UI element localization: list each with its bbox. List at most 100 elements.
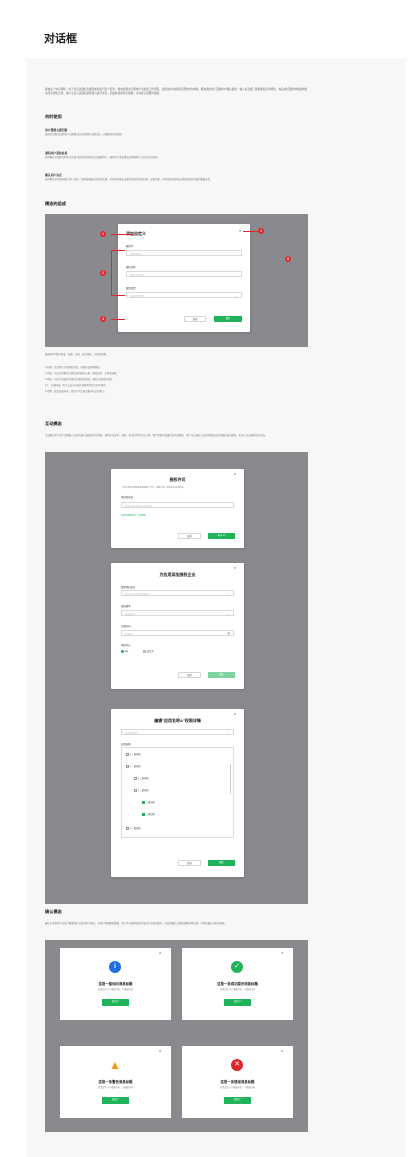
callout-line [243,231,258,232]
cancel-button[interactable]: 取消 [178,860,201,866]
checkbox-icon[interactable] [126,752,129,756]
confirm-desc: 确认对话框用于在执行重要操作之前向用户确认。当用户需要删除数据、执行不可撤销的操… [45,922,227,925]
success-confirm-card: × ✓ 这是一条成功提示消息标题 这里是关于小描述内容，小描述内容 知道了 [182,948,293,1020]
tree-node[interactable]: 三级权限 [142,800,155,804]
confirm-title: 这是一条警告消息标题 [98,1080,133,1084]
input-placeholder: 搜索权限名称 [125,732,138,735]
anatomy-list-item: 2.内容：包含对话框的主要信息和操作元素，例如表单、文本或选项。 [45,372,119,375]
tree-node[interactable]: 三级权限 [142,812,155,816]
anatomy-panel: 添加自定义 × 属性ID 请输入属性ID 属性名称 请输入属性名称 属性类型 请… [45,214,308,347]
close-icon[interactable]: × [234,712,236,716]
callout-marker-2: 2 [100,270,106,276]
radio-option[interactable]: 自定义 [143,649,154,653]
callout-marker-4: 4 [258,228,264,234]
close-icon[interactable]: × [281,1049,283,1053]
field-label: 授权验证码 [121,496,133,499]
checkbox-checked-icon[interactable] [142,812,145,816]
info-confirm-card: × i 这是一般询问消息标题 这里是关于小描述内容，小描述内容 知道了 [60,948,171,1020]
cancel-button[interactable]: 取消 [184,316,206,322]
interactive-desc: 互动模式用于用户需要输入信息或进行选择操作的场景，通常包含表单、列表、树形控件等… [45,434,268,437]
permission-search-input[interactable]: 搜索权限名称 ⌕ [121,729,234,735]
modal-title: 为应用添加授权企业 [159,572,196,577]
confirm-subtitle: 这里是关于小描述内容，小描述内容 [98,1087,133,1089]
when-item-title: 确认用户决定 [45,173,62,177]
search-icon: ⌕ [228,592,230,595]
checkbox-icon[interactable] [134,776,137,780]
field-label: 选择版本 [121,605,131,608]
when-item-title: 用户需要立即回复 [45,128,68,132]
ok-button[interactable]: 确定 [208,672,235,678]
page-title: 对话框 [44,33,77,45]
search-icon: ⌕ [228,731,230,734]
select-placeholder: 请选择版本 [125,613,136,616]
license-modal: 授权许可 × 一体企业邮件服务需要获取用户许可。请输入客户授权码后完成授权。 授… [111,469,244,548]
close-icon[interactable]: × [159,1049,161,1053]
confirm-subtitle: 这里是关于小描述内容，小描述内容 [220,1087,255,1089]
anatomy-caption: 模态框有5部分组成：标题、内容、操作按钮、关闭和遮罩。 [45,353,109,356]
anatomy-modal: 添加自定义 × 属性ID 请输入属性ID 属性名称 请输入属性名称 属性类型 请… [118,224,250,332]
confirm-title: 这是一条错误消息标题 [220,1080,255,1084]
enterprise-search-input[interactable]: 输入企业名称搜索授权企业 ⌕ [121,590,234,596]
close-icon[interactable]: × [234,472,236,476]
acknowledge-button[interactable]: 知道了 [224,1097,251,1104]
property-name-input[interactable]: 请输入属性名称 [126,271,242,277]
radio-unselected-icon [143,649,146,653]
tree-node[interactable]: ▸ 一级权限 [126,752,140,756]
anatomy-list-item: 5.遮罩：遮盖页面内容，使用户的注意力集中在对话框上。 [45,390,107,393]
acknowledge-button[interactable]: 知道了 [224,999,251,1006]
when-item-title: 通知用户紧急信息 [45,151,68,155]
field-label: 开始时间 [121,625,131,628]
confirm-heading: 确认模态 [45,909,62,914]
resend-link[interactable]: 没有授权验证码？点此重发 [121,514,146,517]
acknowledge-button[interactable]: 知道了 [102,1097,129,1104]
version-select[interactable]: 请选择版本 ⌄ [121,610,234,616]
callout-marker-3: 3 [100,316,106,322]
when-item-desc: 使用对话框来请求用户立即做出决定或提供关键信息，以便继续当前流程。 [45,133,124,136]
checkbox-checked-icon[interactable] [142,800,145,804]
ok-button[interactable]: 确定 [208,860,235,866]
acknowledge-button[interactable]: 知道了 [102,999,129,1006]
scrollbar[interactable] [229,764,231,794]
property-type-select[interactable]: 请选择属性类型 ⌄ [126,292,242,298]
start-date-picker[interactable]: 选择时间 ▦ [121,630,234,636]
field-label: 搜索授权企业 [121,586,136,589]
checkbox-icon[interactable] [126,764,129,768]
intro-text: 模态是一种对话框，用于显示关键信息或请求您执行某个任务。模态会通过打断用户当前的… [45,88,307,95]
confirm-subtitle: 这里是关于小描述内容，小描述内容 [98,989,133,991]
success-icon: ✓ [231,961,243,973]
error-confirm-card: × ✕ 这是一条错误消息标题 这里是关于小描述内容，小描述内容 知道了 [182,1046,293,1118]
tree-node[interactable]: ▾ 二级权限 [134,788,148,792]
chevron-down-icon: ⌄ [235,293,238,298]
signup-button[interactable]: Sign up [208,533,235,539]
confirm-panel: × i 这是一般询问消息标题 这里是关于小描述内容，小描述内容 知道了 × ✓ … [45,940,308,1132]
property-id-input[interactable]: 请输入属性ID [126,250,242,256]
interactive-panel: 授权许可 × 一体企业邮件服务需要获取用户许可。请输入客户授权码后完成授权。 授… [45,452,308,904]
close-icon[interactable]: × [239,229,241,233]
when-item-desc: 使用模式对话框可将有关系统当前状态的紧急信息通知用户，通常用于系统错误或需要用户… [45,156,160,159]
field-label: 属性ID [126,245,134,248]
input-placeholder: 请输入属性ID [130,253,143,256]
cancel-button[interactable]: 取消 [178,533,201,539]
calendar-icon: ▦ [227,632,230,635]
checkbox-icon[interactable] [134,788,137,792]
close-icon[interactable]: × [281,951,283,955]
tree-node[interactable]: ▾ 一级权限 [126,764,140,768]
content-bracket [111,250,125,296]
checkbox-icon[interactable] [126,826,129,830]
close-icon[interactable]: × [159,951,161,955]
close-icon[interactable]: × [234,566,236,570]
ok-button[interactable]: 确定 [214,316,242,322]
callout-marker-1: 1 [100,231,106,237]
tree-node[interactable]: ▸ 一级权限 [126,826,140,830]
callout-line [111,319,125,320]
tree-node[interactable]: ▸ 二级权限 [134,776,148,780]
license-desc: 一体企业邮件服务需要获取用户许可。请输入客户授权码后完成授权。 [121,487,186,489]
cancel-button[interactable]: 取消 [178,672,201,678]
auth-code-input[interactable]: 请输入客户授权码以验证授权 [121,502,234,508]
info-icon: i [109,961,121,973]
radio-option[interactable]: 1年 [121,649,128,653]
anatomy-heading: 模态的组成 [45,201,66,206]
input-placeholder: 请输入客户授权码以验证授权 [125,505,153,508]
modal-title: 授权许可 [169,477,186,482]
field-label: 属性类型 [126,287,136,290]
